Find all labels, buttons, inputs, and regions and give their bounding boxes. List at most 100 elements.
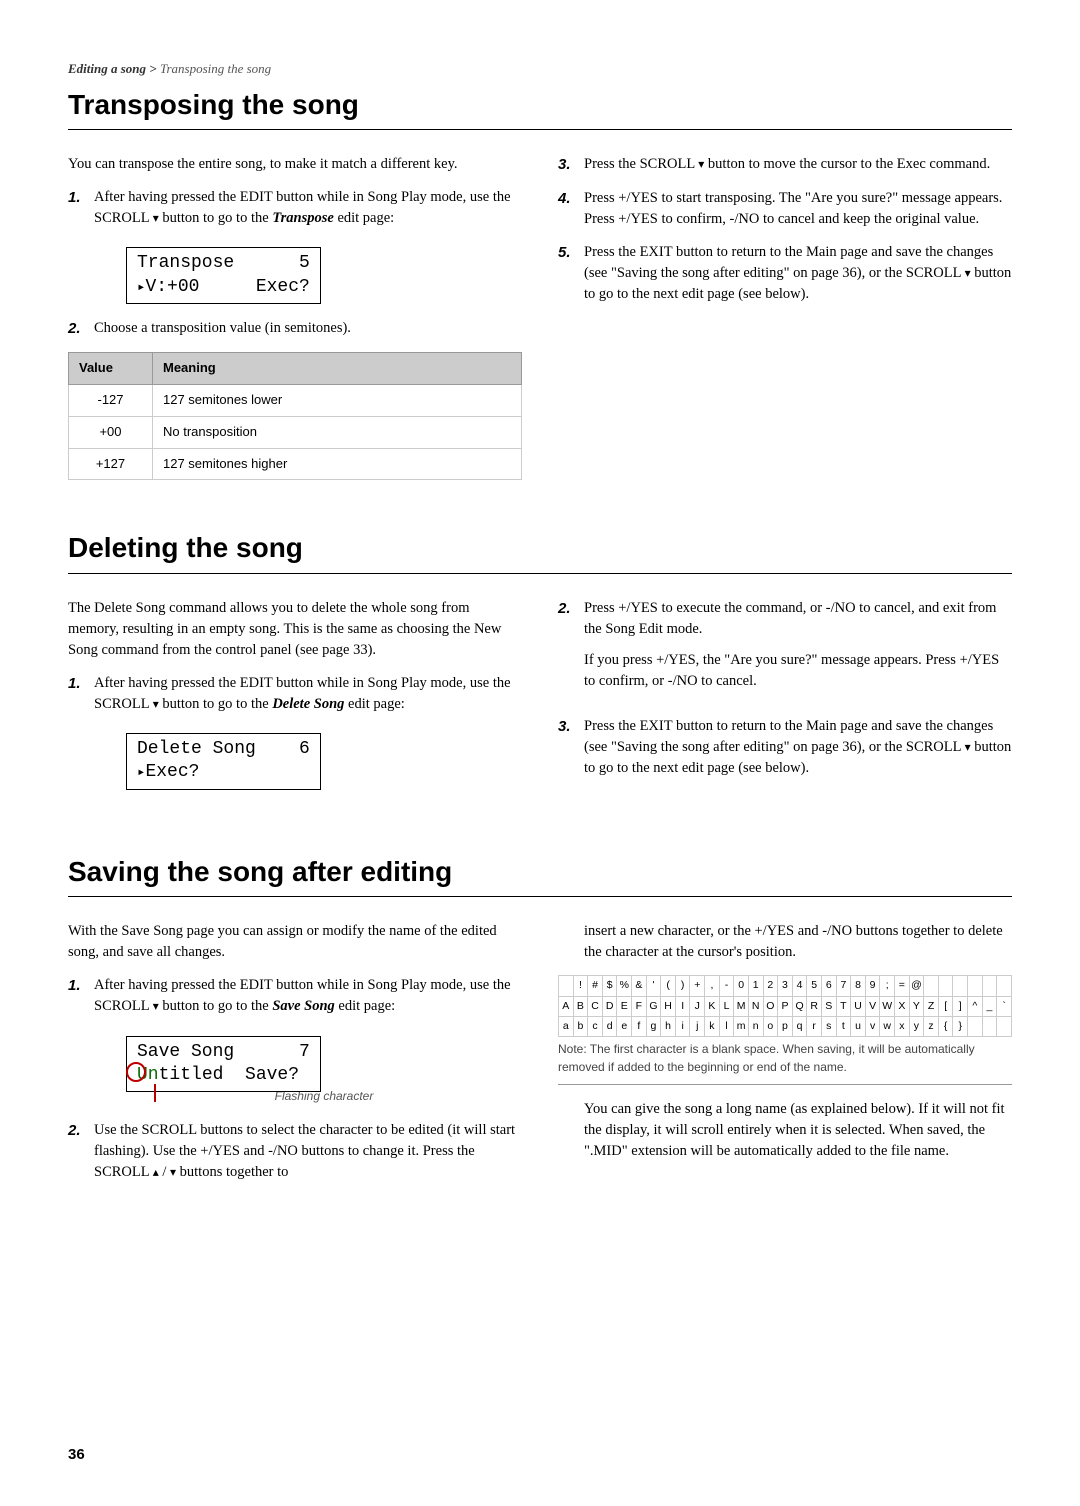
- char-cell: ,: [705, 976, 720, 996]
- intro-text: The Delete Song command allows you to de…: [68, 598, 522, 661]
- char-cell: X: [895, 996, 910, 1016]
- continuation-text: insert a new character, or the +/YES and…: [584, 921, 1012, 963]
- char-cell: @: [909, 976, 924, 996]
- step-1: 1. After having pressed the EDIT button …: [68, 187, 522, 229]
- char-cell: {: [938, 1016, 953, 1036]
- value-table: ValueMeaning -127127 semitones lower +00…: [68, 352, 522, 480]
- heading-saving: Saving the song after editing: [68, 852, 1012, 898]
- char-cell: [924, 976, 939, 996]
- page-number: 36: [68, 1444, 85, 1466]
- col-left: The Delete Song command allows you to de…: [68, 598, 522, 804]
- lcd-transpose: Transpose 5 V:+00 Exec?: [126, 247, 321, 304]
- char-cell: $: [602, 976, 617, 996]
- breadcrumb-section: Editing a song >: [68, 61, 157, 76]
- char-cell: F: [632, 996, 647, 1016]
- char-cell: J: [690, 996, 705, 1016]
- char-cell: &: [632, 976, 647, 996]
- char-cell: 2: [763, 976, 778, 996]
- char-cell: -: [719, 976, 734, 996]
- char-cell: A: [559, 996, 574, 1016]
- col-left: You can transpose the entire song, to ma…: [68, 154, 522, 480]
- step-1: 1. After having pressed the EDIT button …: [68, 673, 522, 715]
- char-cell: f: [632, 1016, 647, 1036]
- char-cell: %: [617, 976, 632, 996]
- col-right: insert a new character, or the +/YES and…: [558, 921, 1012, 1194]
- char-cell: ': [646, 976, 661, 996]
- char-cell: [997, 1016, 1012, 1036]
- char-cell: T: [836, 996, 851, 1016]
- char-cell: B: [573, 996, 588, 1016]
- char-cell: w: [880, 1016, 895, 1036]
- char-cell: u: [851, 1016, 866, 1036]
- char-cell: x: [895, 1016, 910, 1036]
- char-cell: [968, 1016, 983, 1036]
- col-right: 3. Press the SCROLL button to move the c…: [558, 154, 1012, 480]
- char-cell: L: [719, 996, 734, 1016]
- section-deleting: Deleting the song The Delete Song comman…: [68, 528, 1012, 803]
- char-cell: 7: [836, 976, 851, 996]
- char-cell: [968, 976, 983, 996]
- col-left: With the Save Song page you can assign o…: [68, 921, 522, 1194]
- char-cell: [559, 976, 574, 996]
- char-cell: e: [617, 1016, 632, 1036]
- char-cell: s: [821, 1016, 836, 1036]
- character-table: !#$%&'()+,-0123456789;=@ ABCDEFGHIJKLMNO…: [558, 975, 1012, 1037]
- char-cell: 4: [792, 976, 807, 996]
- char-cell: g: [646, 1016, 661, 1036]
- char-cell: 5: [807, 976, 822, 996]
- char-cell: P: [778, 996, 793, 1016]
- char-cell: 0: [734, 976, 749, 996]
- char-cell: j: [690, 1016, 705, 1036]
- table-row: -127127 semitones lower: [69, 384, 522, 416]
- char-cell: c: [588, 1016, 603, 1036]
- step-2: 2. Press +/YES to execute the command, o…: [558, 598, 1012, 704]
- char-cell: E: [617, 996, 632, 1016]
- char-cell: W: [880, 996, 895, 1016]
- char-cell: V: [865, 996, 880, 1016]
- char-cell: (: [661, 976, 676, 996]
- char-cell: v: [865, 1016, 880, 1036]
- char-cell: 1: [748, 976, 763, 996]
- char-cell: R: [807, 996, 822, 1016]
- char-cell: ;: [880, 976, 895, 996]
- heading-deleting: Deleting the song: [68, 528, 1012, 574]
- char-cell: ]: [953, 996, 968, 1016]
- char-cell: [982, 976, 997, 996]
- char-cell: h: [661, 1016, 676, 1036]
- char-cell: a: [559, 1016, 574, 1036]
- intro-text: You can transpose the entire song, to ma…: [68, 154, 522, 175]
- char-cell: b: [573, 1016, 588, 1036]
- heading-transposing: Transposing the song: [68, 85, 1012, 131]
- step-3: 3. Press the EXIT button to return to th…: [558, 716, 1012, 779]
- char-cell: M: [734, 996, 749, 1016]
- char-cell: y: [909, 1016, 924, 1036]
- char-cell: i: [675, 1016, 690, 1036]
- table-row: +127127 semitones higher: [69, 448, 522, 480]
- char-cell: D: [602, 996, 617, 1016]
- char-cell: o: [763, 1016, 778, 1036]
- char-cell: Q: [792, 996, 807, 1016]
- step-1: 1. After having pressed the EDIT button …: [68, 975, 522, 1017]
- char-table-note: Note: The first character is a blank spa…: [558, 1041, 1012, 1085]
- char-cell: G: [646, 996, 661, 1016]
- char-cell: K: [705, 996, 720, 1016]
- lcd-delete: Delete Song 6 Exec?: [126, 733, 321, 790]
- char-cell: !: [573, 976, 588, 996]
- char-cell: [953, 976, 968, 996]
- char-cell: r: [807, 1016, 822, 1036]
- char-cell: 6: [821, 976, 836, 996]
- char-cell: U: [851, 996, 866, 1016]
- char-cell: n: [748, 1016, 763, 1036]
- char-cell: l: [719, 1016, 734, 1036]
- char-cell: ^: [968, 996, 983, 1016]
- char-cell: 9: [865, 976, 880, 996]
- char-cell: I: [675, 996, 690, 1016]
- char-cell: 8: [851, 976, 866, 996]
- char-cell: S: [821, 996, 836, 1016]
- step-3: 3. Press the SCROLL button to move the c…: [558, 154, 1012, 176]
- char-cell: ): [675, 976, 690, 996]
- step-2: 2. Choose a transposition value (in semi…: [68, 318, 522, 340]
- step-4: 4. Press +/YES to start transposing. The…: [558, 188, 1012, 230]
- char-cell: N: [748, 996, 763, 1016]
- step-5: 5. Press the EXIT button to return to th…: [558, 242, 1012, 305]
